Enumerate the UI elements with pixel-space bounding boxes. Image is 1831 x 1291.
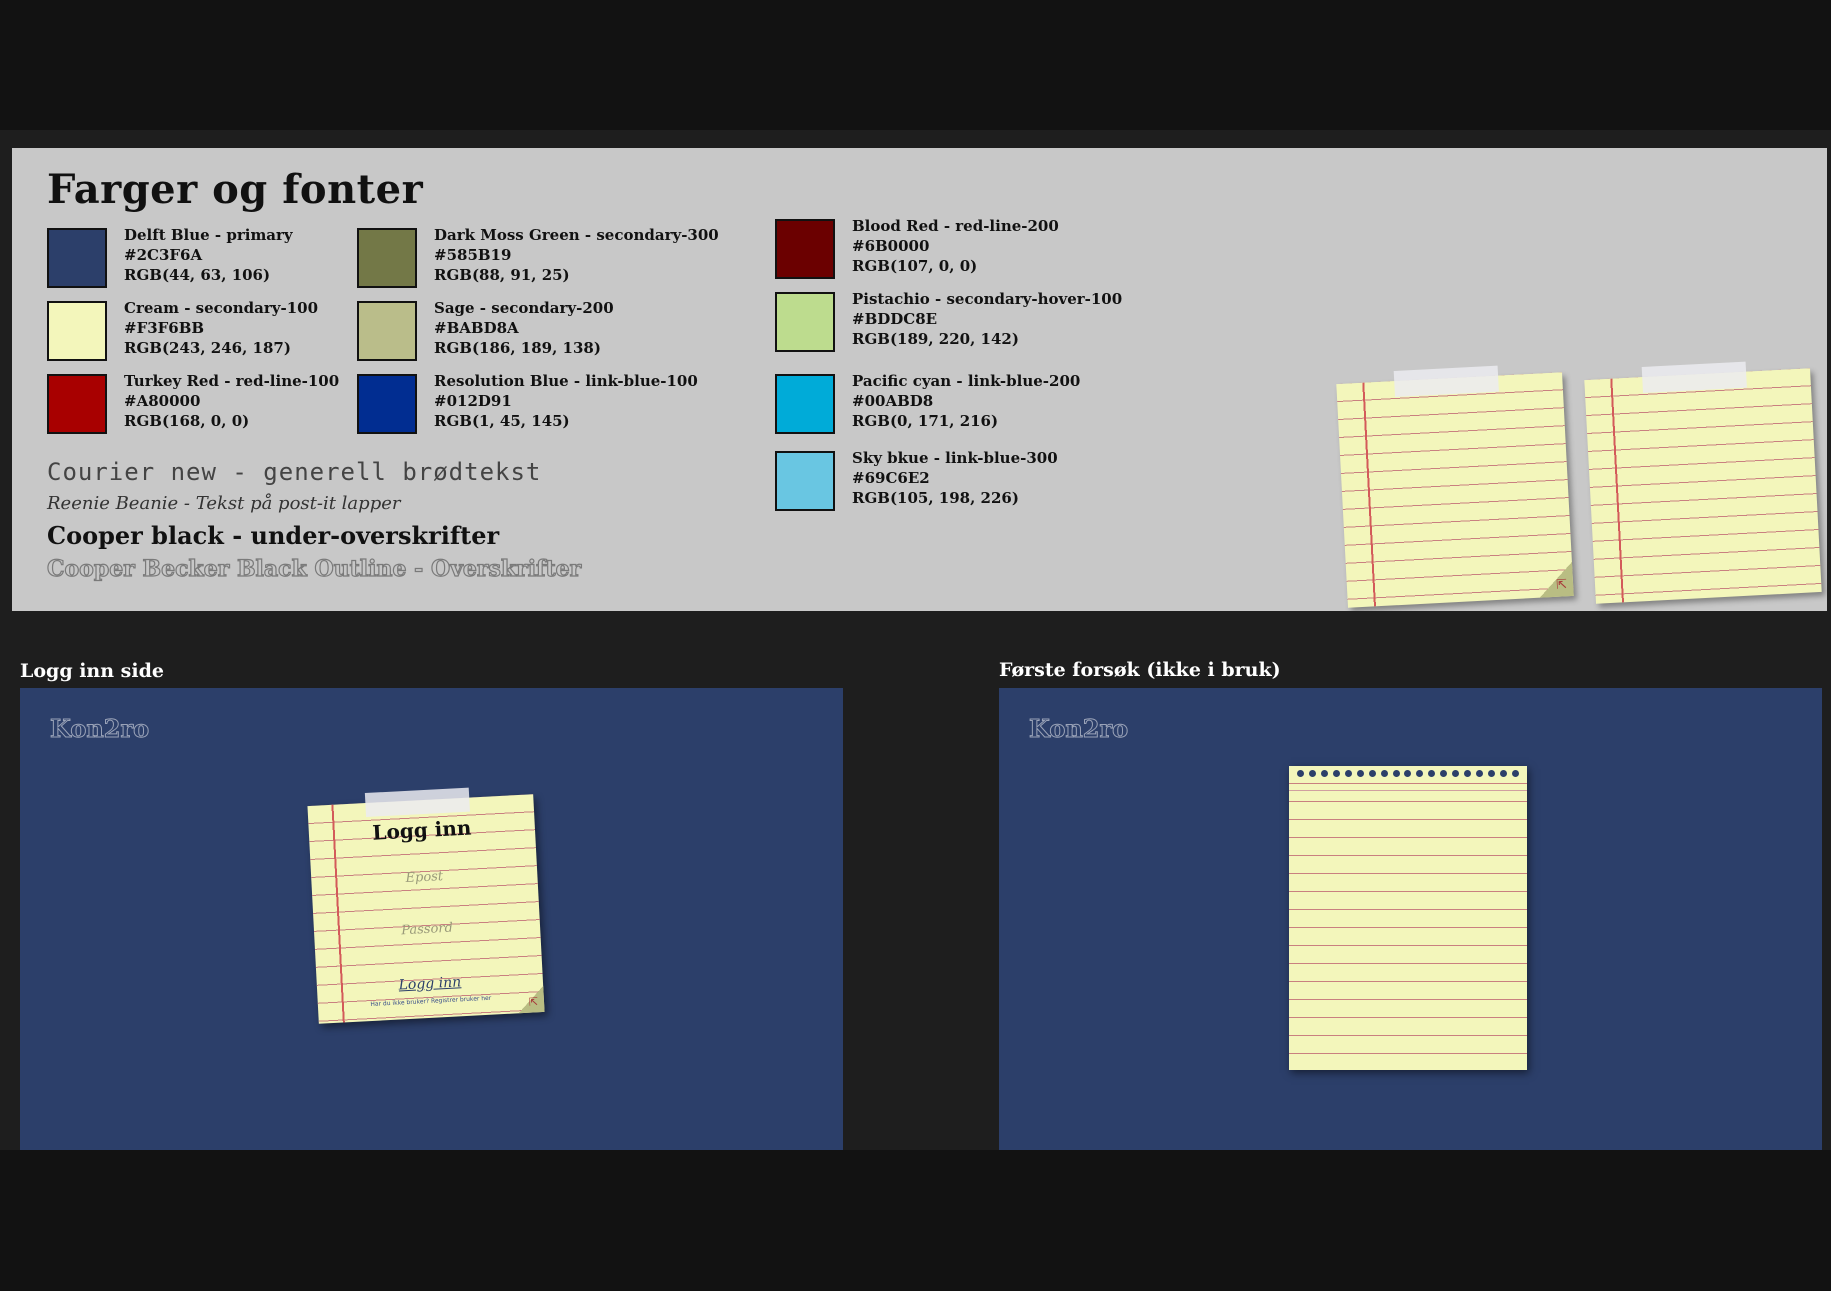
login-screen-mockup: Kon2ro Logg inn Epost Passord Logg inn H… xyxy=(20,688,843,1150)
email-field[interactable]: Epost xyxy=(311,864,537,891)
login-postit: Logg inn Epost Passord Logg inn Har du i… xyxy=(307,787,545,1024)
login-section-heading: Logg inn side xyxy=(20,660,164,682)
color-swatch xyxy=(357,374,417,434)
notepad xyxy=(1289,766,1527,1070)
swatch-name: Sky bkue - link-blue-300 xyxy=(852,449,1058,467)
font-sample-reenie-beanie: Reenie Beanie - Tekst på post-it lapper xyxy=(47,493,401,514)
color-swatch xyxy=(357,228,417,288)
font-sample-courier: Courier new - generell brødtekst xyxy=(47,458,542,486)
swatch-hex: #6B0000 xyxy=(852,237,930,255)
swatch-rgb: RGB(107, 0, 0) xyxy=(852,257,978,275)
swatch-hex: #585B19 xyxy=(434,246,512,264)
swatch-rgb: RGB(189, 220, 142) xyxy=(852,330,1019,348)
color-swatch xyxy=(775,451,835,511)
swatch-hex: #00ABD8 xyxy=(852,392,934,410)
password-field[interactable]: Passord xyxy=(314,916,540,943)
swatch-name: Pistachio - secondary-hover-100 xyxy=(852,290,1123,308)
tape xyxy=(1641,361,1747,394)
arrow-icon: ⇱ xyxy=(528,995,539,1009)
swatch-name: Turkey Red - red-line-100 xyxy=(124,372,340,390)
swatch-rgb: RGB(243, 246, 187) xyxy=(124,339,291,357)
swatch-rgb: RGB(1, 45, 145) xyxy=(434,412,570,430)
swatch-hex: #F3F6BB xyxy=(124,319,205,337)
color-swatch xyxy=(775,374,835,434)
color-swatch xyxy=(47,301,107,361)
style-guide-title: Farger og fonter xyxy=(47,166,424,213)
postit-sample-2 xyxy=(1584,361,1822,604)
swatch-hex: #A80000 xyxy=(124,392,201,410)
swatch-rgb: RGB(168, 0, 0) xyxy=(124,412,250,430)
swatch-name: Sage - secondary-200 xyxy=(434,299,614,317)
swatch-rgb: RGB(105, 198, 226) xyxy=(852,489,1019,507)
postit-sample-1: ⇱ xyxy=(1336,365,1574,608)
first-attempt-heading: Første forsøk (ikke i bruk) xyxy=(999,659,1281,681)
arrow-icon: ⇱ xyxy=(1555,577,1568,593)
swatch-name: Resolution Blue - link-blue-100 xyxy=(434,372,698,390)
color-swatch xyxy=(47,228,107,288)
swatch-rgb: RGB(186, 189, 138) xyxy=(434,339,601,357)
logo: Kon2ro xyxy=(49,714,150,744)
color-swatch xyxy=(775,219,835,279)
binding-holes xyxy=(1297,770,1519,780)
font-sample-cooper-outline: Cooper Becker Black Outline - Overskrift… xyxy=(46,555,582,582)
swatch-name: Dark Moss Green - secondary-300 xyxy=(434,226,719,244)
swatch-name: Pacific cyan - link-blue-200 xyxy=(852,372,1081,390)
swatch-hex: #2C3F6A xyxy=(124,246,203,264)
swatch-name: Delft Blue - primary xyxy=(124,226,293,244)
color-swatch xyxy=(357,301,417,361)
font-sample-cooper-black: Cooper black - under-overskrifter xyxy=(47,521,500,550)
logo: Kon2ro xyxy=(1028,714,1129,744)
swatch-hex: #69C6E2 xyxy=(852,469,930,487)
color-swatch xyxy=(775,292,835,352)
swatch-name: Cream - secondary-100 xyxy=(124,299,319,317)
swatch-hex: #BDDC8E xyxy=(852,310,938,328)
swatch-hex: #012D91 xyxy=(434,392,512,410)
first-attempt-mockup: Kon2ro xyxy=(999,688,1822,1150)
color-swatch xyxy=(47,374,107,434)
swatch-rgb: RGB(0, 171, 216) xyxy=(852,412,999,430)
swatch-name: Blood Red - red-line-200 xyxy=(852,217,1059,235)
swatch-rgb: RGB(88, 91, 25) xyxy=(434,266,570,284)
login-title: Logg inn xyxy=(371,815,472,845)
swatch-rgb: RGB(44, 63, 106) xyxy=(124,266,271,284)
style-guide-panel: Farger og fonter Delft Blue - primary #2… xyxy=(12,148,1827,611)
swatch-hex: #BABD8A xyxy=(434,319,519,337)
tape xyxy=(1393,365,1499,398)
tape xyxy=(364,787,470,818)
